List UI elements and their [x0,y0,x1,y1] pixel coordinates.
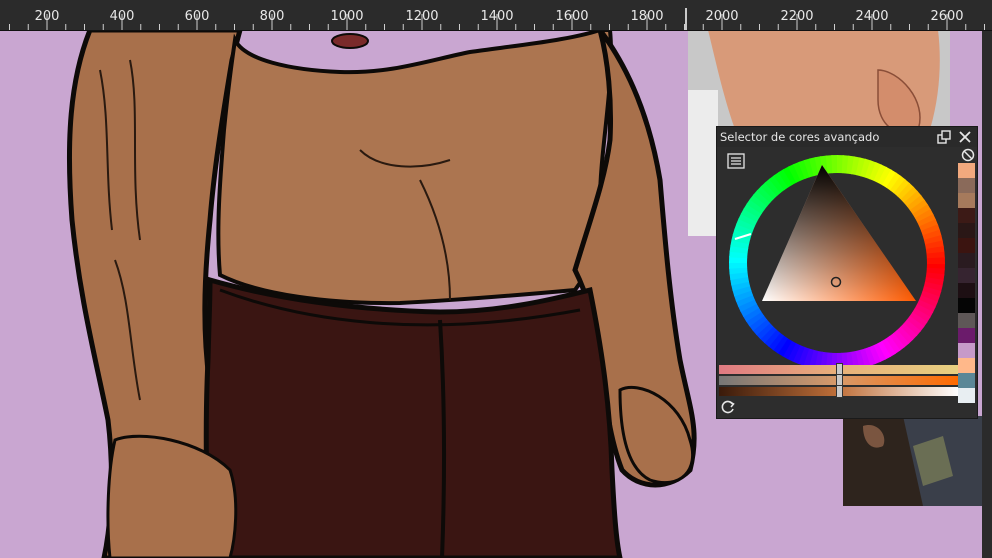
palette-swatch[interactable] [958,283,975,298]
float-icon[interactable] [936,129,952,145]
ban-icon[interactable] [961,147,975,162]
palette-swatch[interactable] [958,253,975,268]
palette-swatch[interactable] [958,223,975,238]
ruler-label: 2000 [705,9,739,24]
dock-title: Selector de cores avançado [720,130,880,144]
ruler-label: 2400 [855,9,889,24]
palette-swatch[interactable] [958,178,975,193]
ruler-label: 1000 [330,9,364,24]
ruler-label: 2600 [930,9,964,24]
ruler-label: 1800 [630,9,664,24]
palette-swatch[interactable] [958,268,975,283]
saturation-slider[interactable] [719,374,958,387]
hue-ring-triangle-selector[interactable] [717,147,958,367]
ruler-label: 1600 [555,9,589,24]
palette-swatch[interactable] [958,313,975,328]
palette-swatch[interactable] [958,298,975,313]
horizontal-ruler: 200 400 600 800 1000 1200 1400 1600 1800… [0,0,992,31]
ruler-label: 200 [34,9,60,24]
slider-handle[interactable] [836,385,843,398]
palette-swatch[interactable] [958,193,975,208]
palette-swatch[interactable] [958,163,975,178]
pants [203,276,623,558]
hue-ring-segment [926,257,945,265]
palette-swatch[interactable] [958,358,975,373]
right-panel-strip [982,30,992,558]
close-icon[interactable] [957,129,973,145]
refresh-icon[interactable] [720,399,736,415]
palette-swatch[interactable] [958,343,975,358]
ruler-label: 1400 [480,9,514,24]
ruler-label: 1200 [405,9,439,24]
palette-swatch[interactable] [958,388,975,403]
palette-swatch[interactable] [958,328,975,343]
ruler-label: 600 [184,9,210,24]
color-selector-dock[interactable]: Selector de cores avançado [716,126,978,419]
reference-image-bottom[interactable] [843,416,983,506]
palette-swatch[interactable] [958,373,975,388]
palette-swatch[interactable] [958,208,975,223]
hue-slider[interactable] [719,363,958,376]
palette-swatch[interactable] [958,238,975,253]
ruler-label: 800 [259,9,285,24]
color-palette [958,163,975,403]
dock-titlebar[interactable]: Selector de cores avançado [717,127,977,147]
ruler-label: 400 [109,9,135,24]
value-slider[interactable] [719,385,958,398]
ruler-label: 2200 [780,9,814,24]
